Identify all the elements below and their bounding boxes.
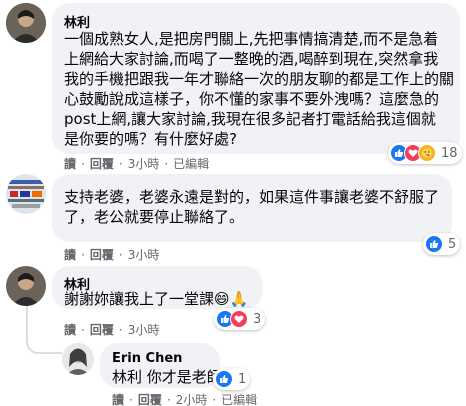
reaction-count: 1	[238, 371, 247, 387]
reaction-summary[interactable]: 5	[423, 233, 461, 255]
comment-line: 上網給大家討論,而喝了一整晚的酒,喝醉到現在,突然拿我	[64, 50, 439, 68]
avatar[interactable]	[6, 3, 46, 43]
reply-button[interactable]: 回覆	[90, 246, 114, 263]
comment-line: 我的手機把跟我一年才聯絡一次的朋友聊的都是工作上的關	[64, 70, 455, 88]
timestamp[interactable]: 2小時	[176, 391, 208, 406]
love-icon	[230, 310, 248, 328]
comment-actions: 讀 · 回覆 · 3小時	[64, 246, 160, 263]
read-button[interactable]: 讀	[112, 391, 124, 406]
read-button[interactable]: 讀	[64, 246, 76, 263]
like-icon	[425, 235, 443, 253]
comment-line: post上網,讓大家討論,我現在很多記者打電話給我這個就	[64, 110, 436, 128]
comment-text: 謝謝妳讓我上了一堂課😄🙏	[64, 289, 248, 309]
reaction-summary[interactable]: 18	[388, 142, 462, 164]
comment-text: 林利 你才是老師	[112, 367, 222, 387]
timestamp[interactable]: 3小時	[128, 246, 160, 263]
reaction-count: 3	[253, 311, 262, 327]
reply-button[interactable]: 回覆	[138, 391, 162, 406]
edited-label[interactable]: 已編輯	[221, 391, 257, 406]
timestamp[interactable]: 3小時	[128, 155, 160, 172]
comment-line: 一個成熟女人,是把房門關上,先把事情搞清楚,而不是急着	[64, 30, 439, 48]
comment-actions: 讀 · 回覆 · 3小時	[64, 321, 160, 338]
reply-button[interactable]: 回覆	[90, 155, 114, 172]
comment-line: 了，老公就要停止聯絡了。	[64, 208, 245, 226]
avatar[interactable]	[6, 266, 46, 306]
edited-label[interactable]: 已編輯	[173, 155, 209, 172]
comment-author[interactable]: Erin Chen	[112, 351, 182, 366]
comment-actions: 讀 · 回覆 · 2小時 · 已編輯	[112, 391, 258, 406]
reply-button[interactable]: 回覆	[90, 321, 114, 338]
avatar[interactable]	[6, 174, 46, 214]
comment-text: 支持老婆，老婆永遠是對的，如果這件事讓老婆不舒服了 了，老公就要停止聯絡了。	[64, 187, 439, 227]
like-icon	[215, 370, 233, 388]
avatar[interactable]	[62, 343, 94, 375]
comment-line: 林利 你才是老師	[112, 368, 222, 386]
comment-line: 謝謝妳讓我上了一堂課😄🙏	[64, 290, 249, 308]
read-button[interactable]: 讀	[64, 155, 76, 172]
comment-text: 一個成熟女人,是把房門關上,先把事情搞清楚,而不是急着 上網給大家討論,而喝了一…	[64, 29, 454, 149]
comment-line: 心鼓勵說成這樣子，你不懂的家事不要外洩嗎？這麼急的	[64, 90, 440, 108]
thread-line	[26, 302, 62, 354]
care-icon	[418, 144, 436, 162]
comment-line: 支持老婆，老婆永遠是對的，如果這件事讓老婆不舒服了	[64, 188, 440, 206]
reaction-count: 5	[448, 236, 457, 252]
reaction-count: 18	[441, 145, 458, 161]
timestamp[interactable]: 3小時	[128, 321, 160, 338]
read-button[interactable]: 讀	[64, 321, 76, 338]
comment-actions: 讀 · 回覆 · 3小時 · 已編輯	[64, 155, 210, 172]
reaction-summary[interactable]: 1	[213, 368, 251, 390]
reaction-summary[interactable]: 3	[214, 308, 266, 330]
